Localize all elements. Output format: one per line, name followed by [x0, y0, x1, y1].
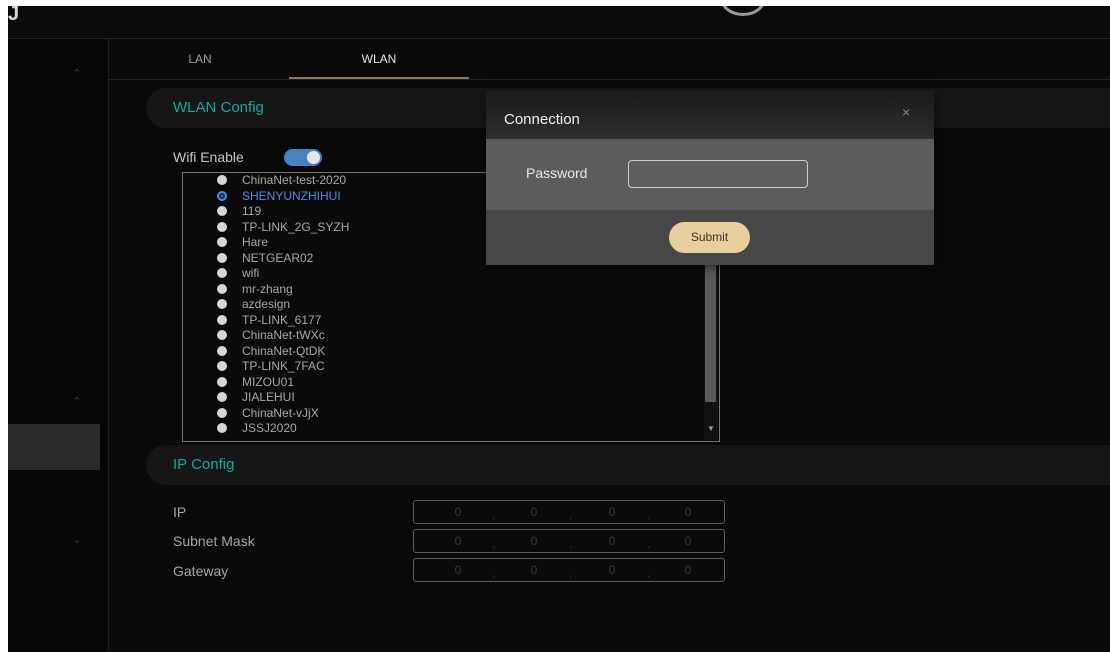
network-name: ChinaNet-QtDK: [242, 343, 326, 358]
radio-button-icon[interactable]: [217, 376, 227, 387]
subnet-mask-input[interactable]: 0 . 0 . 0 . 0: [413, 529, 725, 553]
chevron-up-icon[interactable]: ⌃: [70, 67, 84, 80]
radio-button-icon[interactable]: [217, 206, 227, 216]
gateway-input[interactable]: 0 . 0 . 0 . 0: [413, 558, 725, 582]
close-icon[interactable]: ×: [902, 104, 910, 120]
network-name: 119: [242, 204, 262, 218]
radio-button-icon[interactable]: [217, 252, 227, 263]
ip-octet-4[interactable]: 0: [678, 505, 698, 519]
octet-separator: .: [492, 537, 496, 551]
top-bar: J: [8, 6, 1110, 39]
gateway-label: Gateway: [173, 563, 229, 579]
network-name: mr-zhang: [242, 281, 293, 296]
ip-octet-2[interactable]: 0: [524, 505, 544, 519]
scroll-down-icon[interactable]: ▼: [704, 424, 718, 433]
subnet-octet-3[interactable]: 0: [602, 534, 622, 548]
octet-separator: .: [569, 508, 573, 522]
subnet-octet-2[interactable]: 0: [524, 534, 544, 548]
tab-wlan[interactable]: WLAN: [289, 39, 469, 79]
ip-octet-3[interactable]: 0: [602, 505, 622, 519]
radio-button-icon[interactable]: [217, 175, 227, 185]
chevron-down-icon[interactable]: ⌄: [70, 533, 84, 546]
network-name: TP-LINK_6177: [242, 312, 322, 327]
network-name: JIALEHUI: [242, 390, 295, 404]
network-name: JSSJ2020: [242, 421, 297, 435]
network-name: ChinaNet-vJjX: [242, 405, 319, 420]
scrollbar-thumb[interactable]: [705, 262, 716, 402]
subnet-octet-4[interactable]: 0: [678, 534, 698, 548]
radio-button-icon[interactable]: [217, 314, 227, 325]
network-name: ChinaNet-tWXc: [242, 328, 325, 342]
network-name: ChinaNet-test-2020: [242, 173, 347, 187]
radio-button-icon[interactable]: [217, 407, 227, 418]
gateway-octet-4[interactable]: 0: [678, 563, 698, 577]
gateway-octet-2[interactable]: 0: [524, 563, 544, 577]
octet-separator: .: [569, 537, 573, 551]
octet-separator: .: [647, 508, 651, 522]
router-settings-app: J ⌃ ⌃ ⌄ LAN WLAN WLAN Config Wifi Enable…: [8, 6, 1110, 652]
submit-button[interactable]: Submit: [669, 222, 750, 253]
network-name: NETGEAR02: [242, 250, 314, 265]
brand-emblem-icon: [720, 6, 766, 16]
ip-octet-1[interactable]: 0: [448, 505, 468, 519]
octet-separator: .: [647, 537, 651, 551]
network-name: TP-LINK_7FAC: [242, 359, 325, 373]
toggle-knob: [307, 151, 320, 164]
radio-button-icon[interactable]: [217, 345, 227, 356]
chevron-up-icon[interactable]: ⌃: [70, 395, 84, 408]
password-label: Password: [526, 165, 588, 181]
network-name: wifi: [242, 266, 260, 280]
octet-separator: .: [492, 566, 496, 580]
network-name: MIZOU01: [242, 374, 295, 389]
radio-button-icon[interactable]: [217, 299, 227, 309]
gateway-octet-3[interactable]: 0: [602, 563, 622, 577]
tab-lan[interactable]: LAN: [158, 39, 242, 79]
gateway-octet-1[interactable]: 0: [448, 563, 468, 577]
ip-address-input[interactable]: 0 . 0 . 0 . 0: [413, 500, 725, 524]
subnet-octet-1[interactable]: 0: [448, 534, 468, 548]
tab-bar: LAN WLAN: [108, 39, 1110, 80]
network-name: SHENYUNZHIHUI: [242, 188, 341, 203]
radio-button-icon[interactable]: [217, 237, 227, 247]
network-name: Hare: [242, 235, 269, 249]
radio-button-icon[interactable]: [217, 423, 227, 433]
dialog-footer: Submit: [486, 210, 934, 265]
wifi-enable-label: Wifi Enable: [173, 149, 244, 165]
subnet-mask-label: Subnet Mask: [173, 533, 255, 549]
radio-button-icon[interactable]: [217, 283, 227, 294]
network-name: TP-LINK_2G_SYZH: [242, 219, 350, 234]
octet-separator: .: [569, 566, 573, 580]
password-input[interactable]: [628, 160, 808, 188]
radio-button-icon[interactable]: [217, 221, 227, 232]
radio-button-icon[interactable]: [217, 330, 227, 340]
section-title: IP Config: [173, 456, 235, 473]
radio-button-icon[interactable]: [217, 392, 227, 402]
radio-button-icon[interactable]: [217, 268, 227, 278]
octet-separator: .: [647, 566, 651, 580]
sidebar-item-active[interactable]: [8, 424, 100, 470]
section-title: WLAN Config: [173, 99, 264, 116]
radio-button-icon[interactable]: [217, 361, 227, 371]
ip-label: IP: [173, 504, 187, 520]
octet-separator: .: [492, 508, 496, 522]
ip-config-section-header: IP Config: [146, 445, 1110, 485]
dialog-body: Password: [486, 139, 934, 210]
dialog-header: Connection ×: [486, 90, 934, 139]
wifi-enable-toggle[interactable]: [284, 149, 322, 166]
sidebar: ⌃ ⌃ ⌄: [8, 39, 109, 652]
brand-logo: J: [8, 6, 20, 25]
radio-button-icon[interactable]: [217, 190, 227, 201]
connection-dialog: Connection × Password Submit: [486, 90, 934, 265]
network-name: azdesign: [242, 297, 291, 311]
